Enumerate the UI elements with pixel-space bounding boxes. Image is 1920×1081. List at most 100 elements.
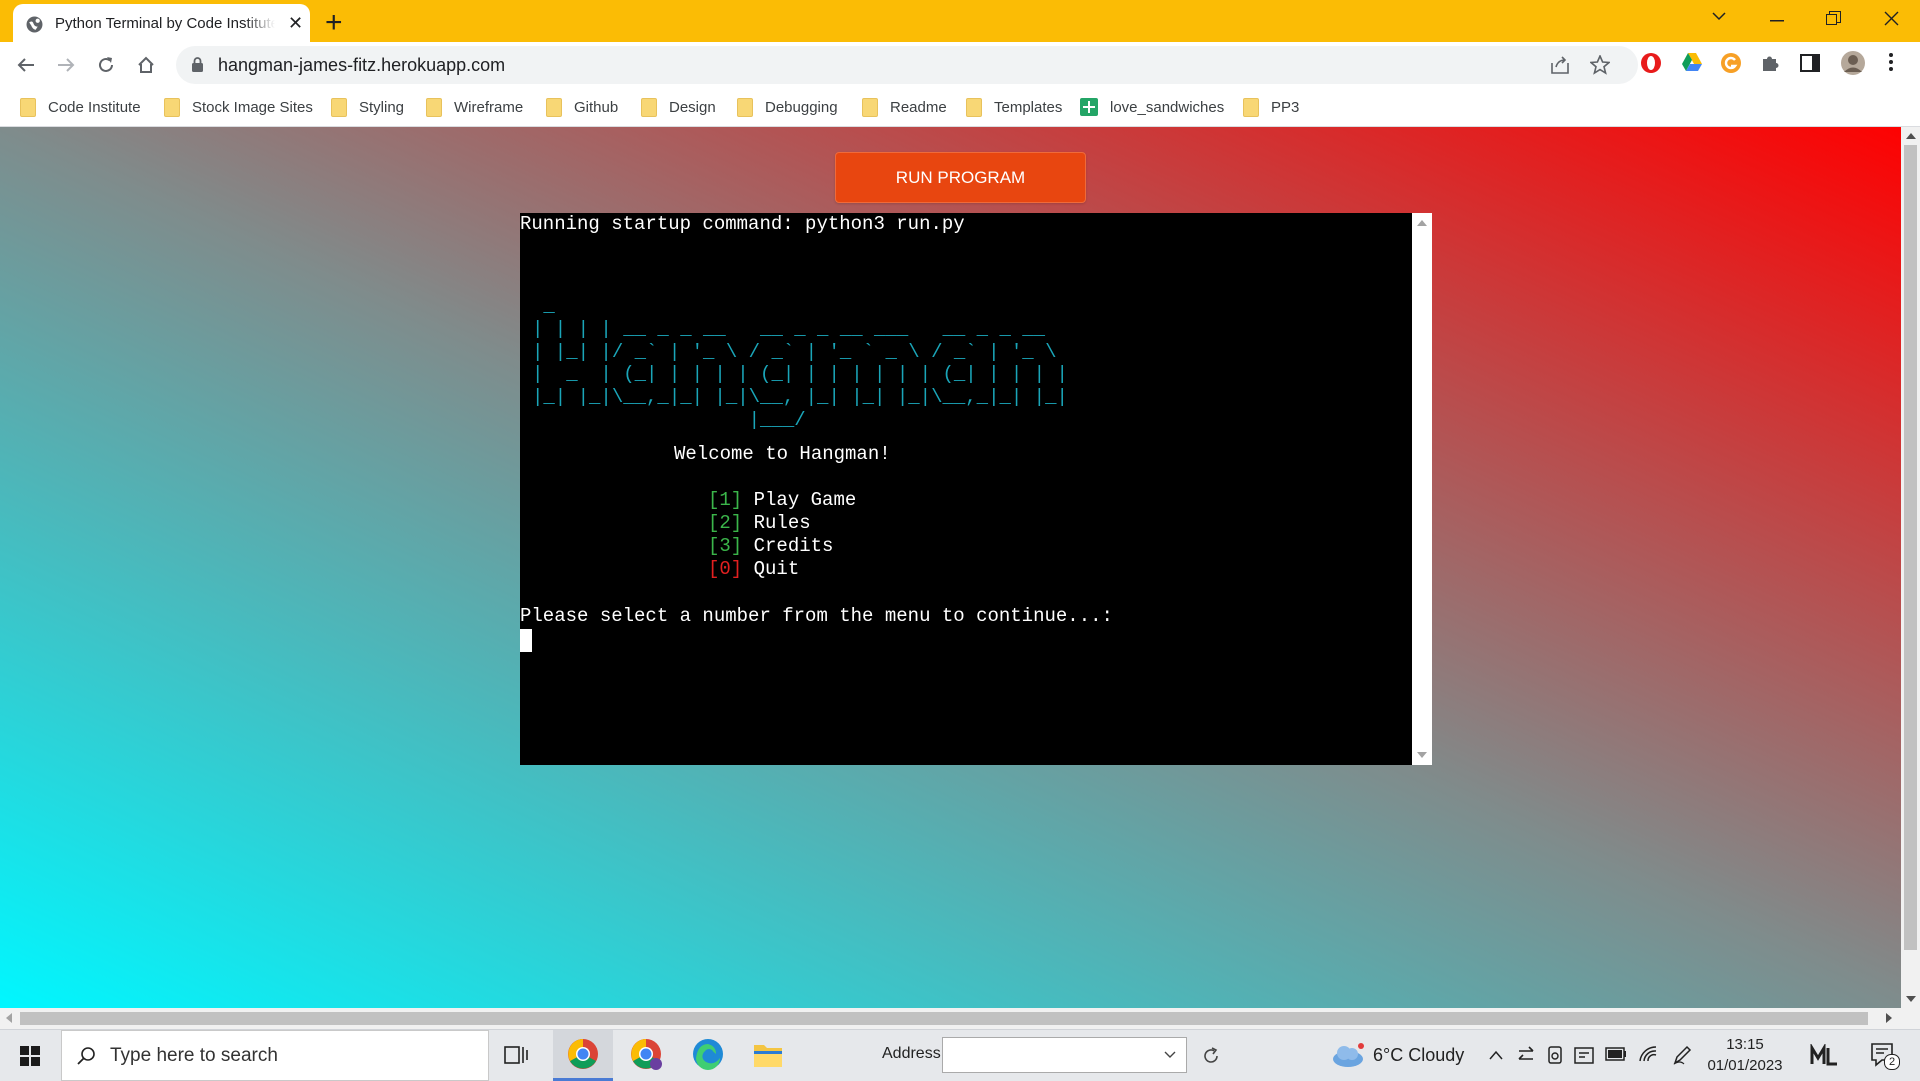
scroll-down-arrow-icon[interactable] <box>1417 752 1427 758</box>
new-tab-button[interactable]: + <box>325 6 343 40</box>
bookmark-label: Styling <box>359 98 405 116</box>
arrow-left-icon <box>17 58 34 72</box>
scrollbar-thumb[interactable] <box>1904 145 1917 950</box>
address-toolbar-label: Address <box>882 1045 941 1062</box>
bookmark-label: Debugging <box>765 98 838 116</box>
sync-arrows-icon[interactable] <box>1517 1046 1535 1064</box>
terminal-cursor[interactable] <box>520 629 532 652</box>
bookmark-github[interactable]: Github <box>546 97 618 117</box>
bookmark-label: Templates <box>994 98 1063 116</box>
weather-text[interactable]: 6°C Cloudy <box>1373 1045 1464 1066</box>
chevron-down-icon[interactable] <box>1712 12 1726 21</box>
taskbar-search[interactable]: Type here to search <box>61 1030 489 1081</box>
menu-label: Play Game <box>753 489 857 511</box>
bookmark-love-sandwiches[interactable]: love_sandwiches <box>1080 97 1224 117</box>
terminal[interactable]: Running startup command: python3 run.py … <box>520 213 1412 765</box>
file-explorer-icon[interactable] <box>753 1042 787 1076</box>
page-vertical-scrollbar[interactable] <box>1901 127 1920 1008</box>
more-menu-icon[interactable] <box>1888 52 1894 72</box>
notification-count: 2 <box>1884 1054 1900 1070</box>
extensions-puzzle-icon[interactable] <box>1760 53 1780 73</box>
scroll-down-arrow-icon[interactable] <box>1906 996 1916 1002</box>
close-window-icon[interactable] <box>1884 11 1899 26</box>
menu-prompt: Please select a number from the menu to … <box>520 605 1113 627</box>
pen-icon[interactable] <box>1672 1044 1692 1066</box>
weather-cloudy-icon[interactable] <box>1330 1042 1366 1068</box>
address-bar[interactable]: hangman-james-fitz.herokuapp.com <box>176 46 1638 84</box>
notifications-button[interactable]: 2 <box>1870 1042 1900 1073</box>
reload-icon <box>99 57 113 72</box>
bookmark-label: Readme <box>890 98 947 116</box>
clock-date: 01/01/2023 <box>1707 1057 1783 1074</box>
bookmark-stock-image-sites[interactable]: Stock Image Sites <box>164 97 313 117</box>
folder-icon <box>546 97 562 117</box>
chevron-down-icon[interactable] <box>1164 1051 1176 1059</box>
bookmark-label: Stock Image Sites <box>192 98 313 116</box>
device-icon[interactable] <box>1547 1046 1563 1064</box>
clock-time: 13:15 <box>1726 1036 1764 1053</box>
windows-taskbar: Type here to search Address 6°C Cloudy 1… <box>0 1029 1920 1081</box>
bookmarks-bar: Code Institute Stock Image Sites Styling… <box>0 89 1920 127</box>
address-toolbar-input[interactable] <box>942 1037 1187 1073</box>
terminal-scrollbar[interactable] <box>1412 213 1432 765</box>
battery-icon[interactable] <box>1605 1047 1627 1061</box>
home-icon <box>138 56 154 73</box>
taskbar-chrome-active[interactable] <box>553 1030 613 1081</box>
windows-start-icon[interactable] <box>20 1046 40 1066</box>
bookmark-debugging[interactable]: Debugging <box>737 97 838 117</box>
star-icon[interactable] <box>1590 55 1610 75</box>
folder-icon <box>862 97 878 117</box>
reload-button[interactable] <box>92 51 120 79</box>
bookmark-code-institute[interactable]: Code Institute <box>20 97 141 117</box>
avatar[interactable] <box>1840 50 1866 76</box>
arrow-right-icon <box>58 58 75 72</box>
globe-icon <box>26 16 43 33</box>
menu-label: Credits <box>753 535 834 557</box>
scroll-up-arrow-icon[interactable] <box>1906 133 1916 139</box>
share-icon[interactable] <box>1550 55 1570 75</box>
menu-item-credits: [3] Credits <box>708 535 833 557</box>
bookmark-pp3[interactable]: PP3 <box>1243 97 1299 117</box>
run-program-button[interactable]: RUN PROGRAM <box>835 152 1086 203</box>
restore-icon[interactable] <box>1826 11 1841 26</box>
bookmark-readme[interactable]: Readme <box>862 97 947 117</box>
page-horizontal-scrollbar[interactable] <box>0 1008 1920 1029</box>
tab-close-icon[interactable]: ✕ <box>288 14 303 32</box>
menu-number: [0] <box>708 558 743 580</box>
chrome-profile-icon[interactable] <box>630 1038 664 1072</box>
folder-icon <box>641 97 657 117</box>
taskbar-clock[interactable]: 13:15 01/01/2023 <box>1705 1034 1785 1076</box>
opera-extension-icon[interactable] <box>1640 52 1662 74</box>
refresh-icon[interactable] <box>1202 1047 1220 1065</box>
mm-app-icon[interactable] <box>1810 1044 1838 1066</box>
folder-icon <box>20 97 36 117</box>
wifi-icon[interactable] <box>1639 1046 1657 1062</box>
grammarly-g-icon[interactable] <box>1720 52 1742 74</box>
home-button[interactable] <box>132 51 160 79</box>
bookmark-wireframe[interactable]: Wireframe <box>426 97 523 117</box>
bookmark-design[interactable]: Design <box>641 97 716 117</box>
bookmark-label: Wireframe <box>454 98 524 116</box>
scrollbar-thumb[interactable] <box>20 1012 1868 1025</box>
meet-now-icon[interactable] <box>1574 1045 1594 1065</box>
browser-tab[interactable]: Python Terminal by Code Institute ✕ <box>13 4 310 42</box>
folder-icon <box>331 97 347 117</box>
side-panel-icon[interactable] <box>1800 53 1820 73</box>
bookmark-label: PP3 <box>1271 98 1300 116</box>
menu-number: [1] <box>708 489 743 511</box>
forward-button[interactable] <box>52 51 80 79</box>
edge-icon[interactable] <box>692 1038 726 1072</box>
scroll-up-arrow-icon[interactable] <box>1417 220 1427 226</box>
welcome-text: Welcome to Hangman! <box>674 443 891 465</box>
google-drive-icon[interactable] <box>1681 52 1703 72</box>
bookmark-templates[interactable]: Templates <box>966 97 1062 117</box>
bookmark-styling[interactable]: Styling <box>331 97 404 117</box>
scroll-right-arrow-icon[interactable] <box>1886 1013 1892 1023</box>
scroll-left-arrow-icon[interactable] <box>6 1013 12 1023</box>
chevron-up-icon[interactable] <box>1489 1050 1503 1060</box>
task-view-icon[interactable] <box>504 1044 538 1078</box>
menu-item-rules: [2] Rules <box>708 512 811 534</box>
back-button[interactable] <box>12 51 40 79</box>
minimize-icon[interactable] <box>1770 20 1784 22</box>
folder-icon <box>164 97 180 117</box>
